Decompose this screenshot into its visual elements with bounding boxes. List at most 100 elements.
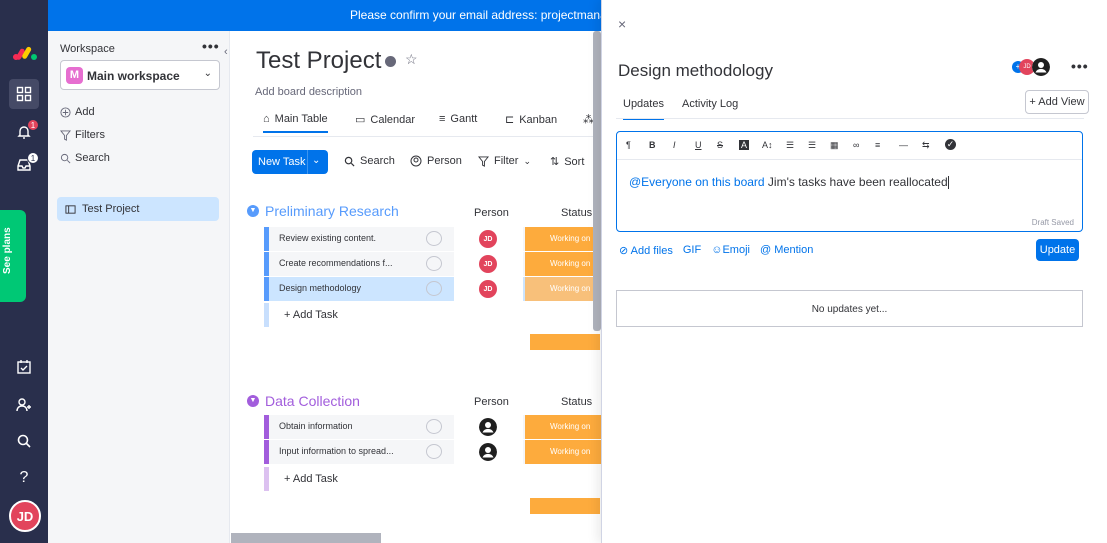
tab-updates[interactable]: Updates [623, 98, 664, 120]
person-cell[interactable]: JD [454, 277, 523, 301]
filters-button[interactable]: Filters [60, 129, 105, 141]
add-task-label[interactable]: + Add Task [284, 473, 338, 485]
table-row[interactable]: Review existing content. JD Working on [264, 227, 601, 251]
comment-bubble-icon[interactable] [426, 444, 442, 459]
tab-calendar[interactable]: ▭ Calendar [355, 113, 415, 127]
inbox-button[interactable]: 1 [9, 150, 39, 180]
add-task-row[interactable]: + Add Task [264, 467, 601, 491]
person-cell[interactable] [454, 415, 523, 439]
new-task-button[interactable]: New Task ⌄ [252, 150, 328, 174]
item-more-button[interactable]: ••• [1071, 58, 1089, 74]
gif-button[interactable]: GIF [683, 244, 701, 257]
chevron-down-icon[interactable]: ⌄ [312, 155, 320, 166]
person-cell[interactable] [454, 440, 523, 464]
update-button[interactable]: Update [1036, 239, 1079, 261]
mention-button[interactable]: @ Mention [760, 244, 813, 257]
checklist-icon[interactable]: ✓ [945, 139, 956, 150]
mention-everyone[interactable]: @Everyone on this board [629, 175, 765, 189]
add-task-label[interactable]: + Add Task [284, 309, 338, 321]
table-row[interactable]: Obtain information Working on [264, 415, 601, 439]
task-name[interactable]: Input information to spread... [279, 446, 404, 456]
status-cell[interactable]: Working on [525, 277, 601, 301]
status-cell[interactable]: Working on [525, 415, 601, 439]
close-icon[interactable]: × [618, 16, 626, 32]
add-view-button[interactable]: + Add View [1025, 90, 1089, 114]
info-icon[interactable] [385, 56, 396, 67]
comment-bubble-icon[interactable] [426, 281, 442, 296]
my-work-button[interactable] [9, 352, 39, 382]
search-nav-button[interactable] [9, 426, 39, 456]
item-title[interactable]: Design methodology [618, 61, 773, 81]
table-icon[interactable]: ▦ [830, 140, 839, 151]
board-search-button[interactable]: Search [344, 155, 395, 167]
add-files-button[interactable]: ⊘ Add files [619, 244, 673, 257]
status-cell[interactable]: Working on [525, 252, 601, 276]
direction-icon[interactable]: ⇆ [922, 140, 930, 151]
tab-main-table[interactable]: ⌂ Main Table [263, 113, 328, 133]
tab-gantt[interactable]: ≡ Gantt [439, 113, 477, 125]
group-title-preliminary-research[interactable]: ▼ Preliminary Research [247, 203, 399, 219]
chevron-down-icon[interactable]: ▼ [247, 205, 259, 217]
column-header-person[interactable]: Person [474, 396, 509, 408]
item-subscribers[interactable]: + JD [1012, 58, 1052, 78]
emoji-button[interactable]: ☺Emoji [711, 244, 750, 257]
paragraph-icon[interactable]: ¶ [626, 140, 631, 150]
filter-button[interactable]: Filter ⌄ [478, 155, 531, 167]
table-row[interactable]: Create recommendations f... JD Working o… [264, 252, 601, 276]
task-name[interactable]: Create recommendations f... [279, 258, 404, 268]
sort-button[interactable]: ⇅ Sort [550, 155, 584, 169]
column-header-status[interactable]: Status [561, 396, 592, 408]
person-cell[interactable]: JD [454, 227, 523, 251]
task-name[interactable]: Design methodology [279, 283, 404, 293]
comment-bubble-icon[interactable] [426, 419, 442, 434]
notifications-button[interactable]: 1 [9, 117, 39, 147]
bold-icon[interactable]: B [649, 140, 656, 150]
update-editor[interactable]: ¶ B I U S A A↕ ☰ ☰ ▦ ∞ ≡ — ⇆ ✓ @Everyone… [616, 131, 1083, 232]
user-avatar[interactable]: JD [9, 500, 41, 532]
task-name[interactable]: Obtain information [279, 421, 404, 431]
vertical-scrollbar[interactable] [593, 31, 601, 331]
task-name[interactable]: Review existing content. [279, 233, 404, 243]
bullet-list-icon[interactable]: ☰ [808, 140, 816, 151]
monday-logo[interactable] [12, 44, 38, 62]
help-button[interactable]: ? [9, 463, 39, 493]
add-item-button[interactable]: Add [60, 106, 95, 118]
column-header-status[interactable]: Status [561, 207, 592, 219]
numbered-list-icon[interactable]: ☰ [786, 140, 794, 151]
font-size-icon[interactable]: A↕ [762, 140, 773, 150]
workspace-select[interactable]: M Main workspace ⌄ [60, 60, 220, 90]
add-task-row[interactable]: + Add Task [264, 303, 601, 327]
comment-bubble-icon[interactable] [426, 231, 442, 246]
comment-bubble-icon[interactable] [426, 256, 442, 271]
status-cell[interactable]: Working on [525, 440, 601, 464]
tab-activity-log[interactable]: Activity Log [682, 98, 738, 110]
sidebar-item-test-project[interactable]: Test Project [57, 197, 219, 221]
horizontal-scrollbar[interactable] [231, 533, 381, 543]
status-cell[interactable]: Working on [525, 227, 601, 251]
align-icon[interactable]: ≡ [875, 140, 880, 150]
table-row[interactable]: Input information to spread... Working o… [264, 440, 601, 464]
confirm-email-banner[interactable]: Please confirm your email address: proje… [48, 0, 601, 31]
strikethrough-icon[interactable]: S [717, 140, 723, 150]
italic-icon[interactable]: I [673, 140, 676, 150]
table-row-selected[interactable]: Design methodology JD Working on [264, 277, 601, 301]
see-plans-button[interactable]: See plans [0, 210, 26, 302]
editor-content[interactable]: @Everyone on this board Jim's tasks have… [629, 175, 949, 190]
board-title[interactable]: Test Project [256, 47, 381, 75]
workspace-nav-button[interactable] [9, 79, 39, 109]
star-icon[interactable]: ☆ [405, 51, 418, 68]
person-filter-button[interactable]: Person [410, 155, 462, 167]
column-header-person[interactable]: Person [474, 207, 509, 219]
divider-icon[interactable]: — [899, 140, 908, 150]
board-description[interactable]: Add board description [255, 86, 362, 98]
workspace-search-button[interactable]: Search [60, 152, 110, 164]
tab-kanban[interactable]: ⊏ Kanban [505, 113, 557, 127]
invite-button[interactable] [9, 390, 39, 420]
text-color-icon[interactable]: A [739, 140, 750, 150]
chevron-down-icon[interactable]: ▼ [247, 395, 259, 407]
underline-icon[interactable]: U [695, 140, 702, 150]
group-title-data-collection[interactable]: ▼ Data Collection [247, 393, 360, 409]
person-cell[interactable]: JD [454, 252, 523, 276]
workspace-more-button[interactable]: ••• [202, 38, 220, 54]
link-icon[interactable]: ∞ [853, 140, 859, 150]
